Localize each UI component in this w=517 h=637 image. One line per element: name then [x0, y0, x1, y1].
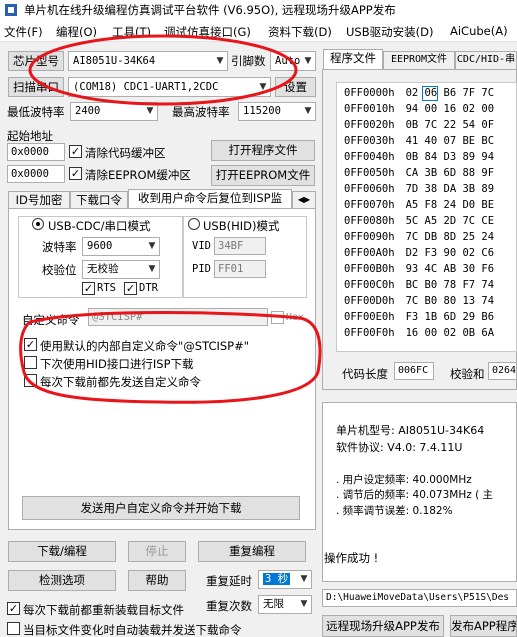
annotation-circle-options [19, 311, 322, 404]
annotation-circle-chip [28, 34, 298, 106]
annotation-overlay [19, 34, 322, 404]
